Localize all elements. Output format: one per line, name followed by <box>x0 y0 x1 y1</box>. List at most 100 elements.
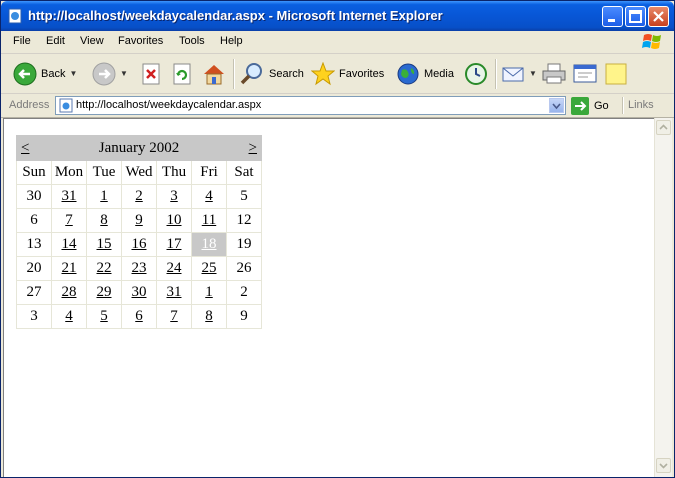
day-cell[interactable]: 30 <box>121 280 157 305</box>
day-link[interactable]: 22 <box>97 260 112 276</box>
day-link[interactable]: 11 <box>202 212 216 228</box>
day-cell[interactable]: 21 <box>51 256 87 281</box>
day-link[interactable]: 5 <box>100 308 108 324</box>
day-link[interactable]: 28 <box>62 284 77 300</box>
day-cell[interactable]: 22 <box>86 256 122 281</box>
vertical-scrollbar[interactable] <box>654 118 672 477</box>
scroll-down-button[interactable] <box>656 458 671 473</box>
day-link[interactable]: 2 <box>135 188 143 204</box>
page-icon <box>59 98 73 113</box>
home-button[interactable] <box>201 54 227 93</box>
day-link[interactable]: 31 <box>62 188 77 204</box>
day-link[interactable]: 15 <box>97 236 112 252</box>
address-dropdown-button[interactable] <box>549 98 564 113</box>
menu-tools[interactable]: Tools <box>179 35 205 47</box>
close-button[interactable] <box>648 6 669 27</box>
scroll-up-button[interactable] <box>656 120 671 135</box>
day-cell[interactable]: 14 <box>51 232 87 257</box>
day-cell[interactable]: 3 <box>156 184 192 209</box>
address-input[interactable]: http://localhost/weekdaycalendar.aspx <box>55 96 566 115</box>
day-header: Wed <box>121 160 157 185</box>
day-link[interactable]: 1 <box>205 284 213 300</box>
maximize-button[interactable] <box>625 6 646 27</box>
day-cell[interactable]: 11 <box>191 208 227 233</box>
day-cell[interactable]: 4 <box>191 184 227 209</box>
day-link[interactable]: 30 <box>132 284 147 300</box>
day-cell[interactable]: 29 <box>86 280 122 305</box>
day-link[interactable]: 25 <box>202 260 217 276</box>
day-cell[interactable]: 8 <box>86 208 122 233</box>
day-link[interactable]: 7 <box>170 308 178 324</box>
day-cell[interactable]: 1 <box>191 280 227 305</box>
selected-day-link[interactable]: 18 <box>202 236 217 252</box>
search-button[interactable]: Search <box>239 54 304 93</box>
mail-dropdown-icon[interactable]: ▼ <box>529 69 537 78</box>
title-bar[interactable]: http://localhost/weekdaycalendar.aspx - … <box>1 1 674 31</box>
day-link[interactable]: 1 <box>100 188 108 204</box>
edit-button[interactable] <box>572 54 598 93</box>
day-link[interactable]: 16 <box>132 236 147 252</box>
day-cell[interactable]: 16 <box>121 232 157 257</box>
menu-edit[interactable]: Edit <box>46 35 65 47</box>
next-month-link[interactable]: > <box>249 140 257 157</box>
day-cell[interactable]: 6 <box>121 304 157 329</box>
media-button[interactable]: Media <box>396 54 454 93</box>
day-cell[interactable]: 2 <box>121 184 157 209</box>
day-cell[interactable]: 10 <box>156 208 192 233</box>
menu-view[interactable]: View <box>80 35 104 47</box>
stop-button[interactable] <box>140 54 162 93</box>
day-link[interactable]: 10 <box>167 212 182 228</box>
forward-dropdown-icon[interactable]: ▼ <box>120 69 128 78</box>
day-link[interactable]: 4 <box>65 308 73 324</box>
back-dropdown-icon[interactable]: ▼ <box>69 69 77 78</box>
day-link[interactable]: 9 <box>135 212 143 228</box>
calendar-header: < January 2002 > <box>16 135 262 161</box>
day-link[interactable]: 24 <box>167 260 182 276</box>
day-link[interactable]: 7 <box>65 212 73 228</box>
day-link[interactable]: 21 <box>62 260 77 276</box>
day-cell[interactable]: 28 <box>51 280 87 305</box>
menu-help[interactable]: Help <box>220 35 243 47</box>
menu-favorites[interactable]: Favorites <box>118 35 163 47</box>
mail-button[interactable]: ▼ <box>501 54 537 93</box>
day-link[interactable]: 3 <box>170 188 178 204</box>
back-button[interactable]: Back ▼ <box>13 54 77 93</box>
day-link[interactable]: 29 <box>97 284 112 300</box>
day-cell[interactable]: 9 <box>121 208 157 233</box>
minimize-button[interactable] <box>602 6 623 27</box>
day-cell[interactable]: 5 <box>86 304 122 329</box>
history-button[interactable] <box>464 54 488 93</box>
forward-button[interactable]: ▼ <box>92 54 128 93</box>
day-cell[interactable]: 23 <box>121 256 157 281</box>
menu-file[interactable]: File <box>13 35 31 47</box>
day-cell[interactable]: 1 <box>86 184 122 209</box>
day-link[interactable]: 4 <box>205 188 213 204</box>
day-cell[interactable]: 15 <box>86 232 122 257</box>
prev-month-link[interactable]: < <box>21 140 29 157</box>
day-cell[interactable]: 4 <box>51 304 87 329</box>
print-button[interactable] <box>541 54 567 93</box>
go-button[interactable]: Go <box>571 96 609 115</box>
selected-day-cell[interactable]: 18 <box>191 232 227 257</box>
day-cell[interactable]: 8 <box>191 304 227 329</box>
day-link[interactable]: 8 <box>205 308 213 324</box>
day-link[interactable]: 31 <box>167 284 182 300</box>
day-link[interactable]: 17 <box>167 236 182 252</box>
day-cell[interactable]: 24 <box>156 256 192 281</box>
day-cell[interactable]: 31 <box>51 184 87 209</box>
refresh-button[interactable] <box>171 54 193 93</box>
day-cell[interactable]: 25 <box>191 256 227 281</box>
day-cell[interactable]: 7 <box>156 304 192 329</box>
day-link[interactable]: 14 <box>62 236 77 252</box>
printer-icon <box>542 63 566 83</box>
day-link[interactable]: 8 <box>100 212 108 228</box>
discuss-button[interactable] <box>604 54 628 93</box>
day-header: Fri <box>191 160 227 185</box>
day-cell[interactable]: 7 <box>51 208 87 233</box>
favorites-button[interactable]: Favorites <box>311 54 384 93</box>
day-link[interactable]: 6 <box>135 308 143 324</box>
day-link[interactable]: 23 <box>132 260 147 276</box>
links-button[interactable]: Links <box>628 99 654 111</box>
day-cell[interactable]: 17 <box>156 232 192 257</box>
day-cell[interactable]: 31 <box>156 280 192 305</box>
